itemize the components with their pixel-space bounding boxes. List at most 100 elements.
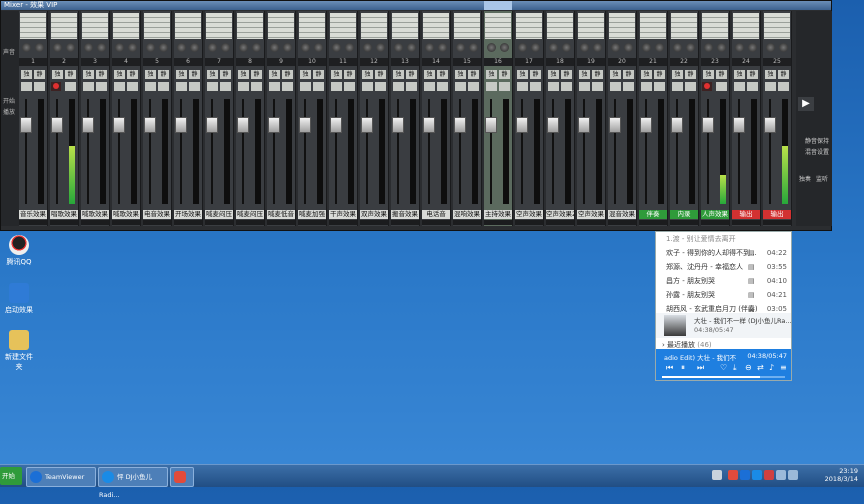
monitor-button[interactable] [300,82,311,91]
heart-icon[interactable]: ♡ [720,363,727,372]
fx-button[interactable] [778,82,789,91]
fader-cap[interactable] [516,117,528,133]
fx-button[interactable] [375,82,386,91]
fader-cap[interactable] [392,117,404,133]
tray-icon-d[interactable] [752,470,762,480]
pan-knob[interactable] [270,43,279,52]
monitor-button[interactable] [145,82,156,91]
pan-knob[interactable] [115,43,124,52]
mute-button[interactable]: 静 [344,70,355,79]
pan-knob[interactable] [766,43,775,52]
fx-button[interactable] [499,82,510,91]
desktop-icon-new-folder[interactable]: 新建文件夹 [2,330,36,372]
fader-cap[interactable] [485,117,497,133]
fx-button[interactable] [127,82,138,91]
progress-bar[interactable] [662,376,785,378]
channel-name[interactable]: 空声效果 [577,210,605,219]
pan-knob[interactable] [84,43,93,52]
gain-knob[interactable] [593,43,602,52]
gain-knob[interactable] [779,43,788,52]
fader-cap[interactable] [330,117,342,133]
fader-cap[interactable] [144,117,156,133]
solo-button[interactable]: 独 [610,70,621,79]
gain-knob[interactable] [35,43,44,52]
solo-button[interactable]: 独 [238,70,249,79]
monitor-button[interactable] [765,82,776,91]
fx-button[interactable] [34,82,45,91]
pan-knob[interactable] [146,43,155,52]
send-eq-panel[interactable] [82,13,108,39]
pan-knob[interactable] [518,43,527,52]
solo-button[interactable]: 独 [52,70,63,79]
monitor-button[interactable] [486,82,497,91]
send-eq-panel[interactable] [175,13,201,39]
pan-knob[interactable] [394,43,403,52]
mute-button[interactable]: 静 [127,70,138,79]
gain-knob[interactable] [221,43,230,52]
solo-button[interactable]: 独 [21,70,32,79]
solo-button[interactable]: 独 [145,70,156,79]
download-icon[interactable]: ⤓ [733,363,737,373]
monitor-button[interactable] [362,82,373,91]
fader-cap[interactable] [702,117,714,133]
mute-button[interactable]: 静 [251,70,262,79]
solo-button[interactable]: 独 [455,70,466,79]
gain-knob[interactable] [531,43,540,52]
pan-knob[interactable] [611,43,620,52]
fader-cap[interactable] [547,117,559,133]
solo-button[interactable]: 独 [114,70,125,79]
channel-name[interactable]: 混音效果 [608,210,636,219]
mute-button[interactable]: 静 [530,70,541,79]
solo-button[interactable]: 独 [579,70,590,79]
channel-name[interactable]: 主持效果 [484,210,512,219]
task-kugou[interactable]: 怦 DJ小鱼儿Radi... [98,467,168,499]
channel-name[interactable]: 喊歌效果 [81,210,109,219]
fx-button[interactable] [251,82,262,91]
monitor-button[interactable] [424,82,435,91]
monitor-button[interactable] [83,82,94,91]
send-eq-panel[interactable] [299,13,325,39]
send-eq-panel[interactable] [454,13,480,39]
fx-button[interactable] [220,82,231,91]
mute-button[interactable]: 静 [778,70,789,79]
mv-icon[interactable]: ▤ [748,274,755,289]
start-button[interactable]: 开始 [0,467,22,485]
mute-button[interactable]: 静 [220,70,231,79]
gain-knob[interactable] [252,43,261,52]
channel-name[interactable]: 空声效果2 [546,210,574,219]
mute-button[interactable]: 静 [685,70,696,79]
mute-button[interactable]: 静 [468,70,479,79]
channel-name[interactable]: 喊麦加强 [298,210,326,219]
mute-button[interactable]: 静 [282,70,293,79]
fx-button[interactable] [406,82,417,91]
solo-button[interactable]: 独 [331,70,342,79]
mute-button[interactable]: 静 [747,70,758,79]
send-eq-panel[interactable] [671,13,697,39]
repeat-icon[interactable]: ⇄ [757,363,764,372]
send-eq-panel[interactable] [609,13,635,39]
gain-knob[interactable] [97,43,106,52]
fx-button[interactable] [654,82,665,91]
pan-knob[interactable] [642,43,651,52]
fader-cap[interactable] [578,117,590,133]
desktop-icon-qq[interactable]: 腾讯QQ [2,235,36,267]
minus-icon[interactable]: ⊖ [745,363,752,372]
solo-button[interactable]: 独 [393,70,404,79]
fx-button[interactable] [65,82,76,91]
pan-knob[interactable] [332,43,341,52]
send-eq-panel[interactable] [20,13,46,39]
fader-cap[interactable] [733,117,745,133]
pan-knob[interactable] [456,43,465,52]
fader-cap[interactable] [237,117,249,133]
send-eq-panel[interactable] [764,13,790,39]
pan-knob[interactable] [301,43,310,52]
fader-cap[interactable] [764,117,776,133]
play-icon[interactable]: ▶ [798,97,814,111]
channel-name[interactable]: 干声效果 [329,210,357,219]
mixer-title-bar[interactable]: Mixer - 效果 VIP [1,1,831,10]
send-eq-panel[interactable] [113,13,139,39]
send-eq-panel[interactable] [547,13,573,39]
gain-knob[interactable] [66,43,75,52]
mute-button[interactable]: 静 [313,70,324,79]
solo-button[interactable]: 独 [83,70,94,79]
